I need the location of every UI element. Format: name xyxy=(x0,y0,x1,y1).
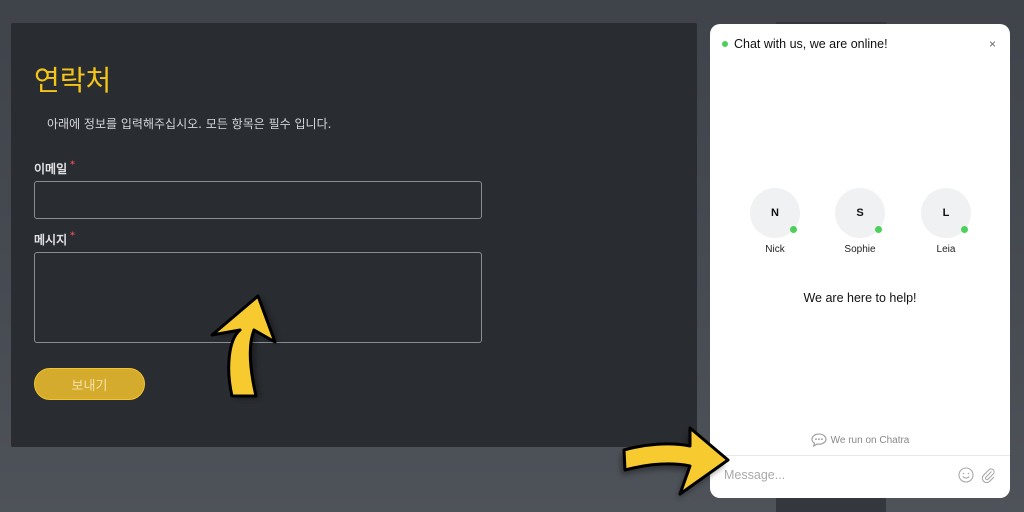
annotation-arrows xyxy=(210,294,730,499)
right-arrow-icon xyxy=(621,426,730,499)
up-arrow-icon xyxy=(210,294,279,398)
